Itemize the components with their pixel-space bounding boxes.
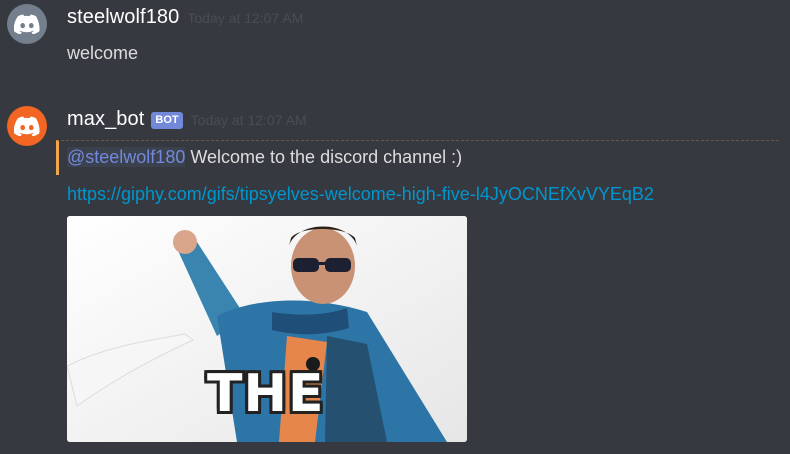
username[interactable]: max_bot [67,108,144,131]
timestamp: Today at 12:07 AM [190,112,307,128]
user-mention[interactable]: @steelwolf180 [67,147,186,167]
welcome-embed: @steelwolf180 Welcome to the discord cha… [56,140,779,175]
giphy-link[interactable]: https://giphy.com/gifs/tipsyelves-welcom… [67,184,654,205]
chat-messages: steelwolf180 Today at 12:07 AM welcome m… [0,0,790,454]
embed-message: Welcome to the discord channel :) [185,147,463,167]
avatar[interactable] [7,4,47,44]
bot-badge: BOT [151,112,183,129]
message-header: max_bot BOT Today at 12:07 AM [67,108,307,131]
gif-caption: THE [207,364,325,424]
message-text: welcome [67,43,139,63]
message-group: steelwolf180 Today at 12:07 AM welcome [0,0,790,90]
gif-image[interactable]: THE [67,216,467,442]
discord-logo-icon [14,14,40,34]
message-group: max_bot BOT Today at 12:07 AM @steelwolf… [0,96,790,454]
avatar[interactable] [7,106,47,146]
embed-text: @steelwolf180 Welcome to the discord cha… [67,147,462,168]
discord-logo-icon [14,116,40,136]
message-header: steelwolf180 Today at 12:07 AM [67,6,303,29]
timestamp: Today at 12:07 AM [187,10,304,26]
username[interactable]: steelwolf180 [67,6,179,29]
